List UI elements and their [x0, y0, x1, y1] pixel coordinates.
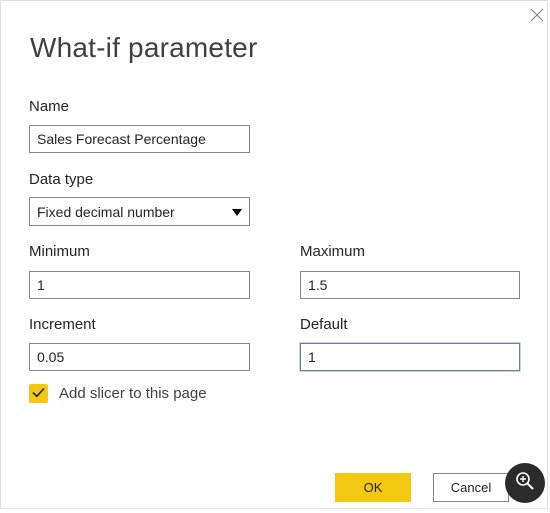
- zoom-button[interactable]: [505, 463, 545, 503]
- maximum-label: Maximum: [300, 243, 366, 260]
- default-label: Default: [300, 316, 348, 333]
- ok-button[interactable]: OK: [335, 473, 411, 502]
- cancel-button[interactable]: Cancel: [433, 473, 509, 502]
- maximum-input[interactable]: [300, 271, 520, 299]
- what-if-parameter-dialog: What-if parameter Name Data type Fixed d…: [0, 0, 548, 509]
- dialog-title: What-if parameter: [30, 32, 258, 63]
- data-type-select[interactable]: Fixed decimal number: [29, 197, 250, 226]
- increment-label: Increment: [29, 316, 96, 333]
- close-icon: [530, 8, 544, 27]
- name-label: Name: [29, 98, 70, 115]
- add-slicer-checkbox[interactable]: [29, 384, 48, 403]
- close-button[interactable]: [524, 4, 550, 30]
- increment-input[interactable]: [29, 343, 250, 371]
- chevron-down-icon: [232, 204, 242, 220]
- name-input[interactable]: [29, 125, 250, 153]
- data-type-value: Fixed decimal number: [37, 203, 175, 220]
- add-slicer-label: Add slicer to this page: [59, 385, 207, 402]
- default-input[interactable]: [300, 343, 520, 371]
- minimum-label: Minimum: [29, 243, 90, 260]
- data-type-label: Data type: [29, 171, 94, 188]
- add-slicer-option[interactable]: Add slicer to this page: [29, 384, 207, 403]
- minimum-input[interactable]: [29, 271, 250, 299]
- checkmark-icon: [32, 385, 45, 403]
- zoom-in-icon: [515, 471, 535, 496]
